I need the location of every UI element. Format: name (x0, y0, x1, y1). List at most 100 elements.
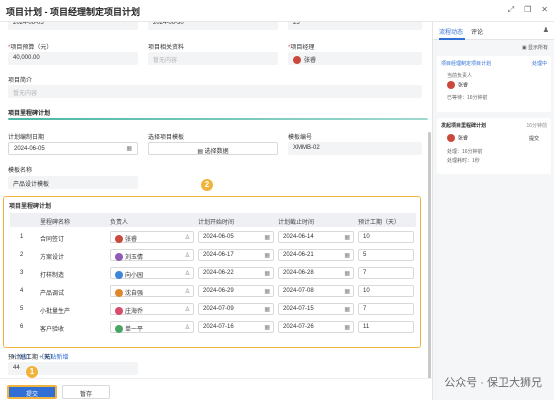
user-select-icon: ♙ (184, 307, 190, 313)
calendar-icon: ▦ (264, 235, 270, 241)
row-index: 3 (20, 270, 24, 276)
calendar-icon: ▦ (344, 253, 350, 259)
watermark: 公众号 · 保卫大狮兄 (444, 377, 542, 389)
card-time: 16分钟前 (526, 123, 547, 129)
end-date-cell[interactable]: 2024-06-14 ▦ (278, 231, 354, 243)
calendar-icon: ▦ (264, 289, 270, 295)
owner-field[interactable]: 向小园 ♙ (110, 267, 194, 280)
start-date-cell[interactable]: 2024-07-09 ▦ (198, 303, 274, 315)
duration-cell[interactable]: 10 (358, 285, 414, 297)
user-icon[interactable]: ♟ (543, 26, 549, 34)
duration-cell[interactable]: 10 (358, 231, 414, 243)
title-bar: 项目计划 - 项目经理制定项目计划 ⤢ ❐ ✕ (0, 0, 554, 22)
end-date-cell[interactable]: 2024-07-15 ▦ (278, 303, 354, 315)
duration-cell[interactable]: 7 (358, 267, 414, 279)
save-draft-button[interactable]: 暂存 (62, 385, 110, 399)
milestone-name: 产品调试 (40, 291, 65, 297)
start-date-cell[interactable]: 2024-06-22 ▦ (198, 267, 274, 279)
side-panel: 流程动态 评论 ♟ ▣ 显示所有 项目经理制定项目计划 处理中 当前负责人 张睿… (432, 22, 554, 400)
owner-name: 刘玉倩 (125, 255, 144, 261)
user-select-icon: ♙ (184, 253, 190, 259)
start-date-cell[interactable]: 2024-06-17 ▦ (198, 249, 274, 261)
budget-field[interactable]: 40,000.00 (8, 52, 138, 65)
tab-underline (439, 38, 465, 40)
expand-icon[interactable]: ⤢ (508, 5, 514, 15)
table-title: 项目里程碑计划 (9, 204, 52, 210)
owner-name: 单一平 (125, 327, 144, 333)
plan-date-label: 计划编制日期 (8, 135, 45, 141)
start-date: 2024-07-09 (203, 306, 234, 312)
duration-cell[interactable]: 7 (358, 303, 414, 315)
avatar (115, 325, 123, 334)
row-index: 5 (20, 306, 24, 312)
intro-label: 项目简介 (8, 78, 33, 84)
window-title: 项目计划 - 项目经理制定项目计划 (6, 7, 140, 17)
start-date-cell[interactable]: 2024-06-29 ▦ (198, 285, 274, 297)
start-date-field[interactable]: 2024-06-05 (8, 22, 138, 30)
manager-field[interactable]: 张睿 (288, 52, 422, 65)
col-header-owner: 负责人 (110, 220, 129, 226)
avatar (115, 235, 123, 244)
calendar-icon: ▦ (344, 271, 350, 277)
duration-cell[interactable]: 5 (358, 249, 414, 261)
card-line: 处理：16分钟前 (447, 149, 483, 155)
restore-icon[interactable]: ❐ (524, 5, 531, 15)
plan-date-field[interactable]: 2024-06-05 ▦ (8, 142, 138, 155)
person-name: 张睿 (458, 82, 469, 89)
avatar (115, 307, 123, 316)
scrollbar[interactable] (428, 132, 431, 392)
card-person: 张睿 (447, 134, 468, 142)
owner-field[interactable]: 张睿 ♙ (110, 231, 194, 244)
end-date-cell[interactable]: 2024-06-21 ▦ (278, 249, 354, 261)
show-all-toggle[interactable]: ▣ 显示所有 (522, 44, 548, 51)
owner-field[interactable]: 单一平 ♙ (110, 321, 194, 334)
owner-name: 庄海乔 (125, 309, 144, 315)
owner-name: 张睿 (125, 237, 138, 243)
submit-button[interactable]: 提交 (7, 385, 57, 399)
start-date-cell[interactable]: 2024-06-05 ▦ (198, 231, 274, 243)
select-data-button[interactable]: ▤ 选择数据 (148, 142, 278, 155)
duration-cell[interactable]: 11 (358, 321, 414, 333)
total-label: 预计总工期（天） (8, 355, 57, 361)
materials-field[interactable]: 暂无内容 (148, 52, 278, 65)
template-code-field[interactable]: XMMB-02 (288, 142, 422, 155)
template-name-label: 模板名称 (8, 168, 33, 174)
end-date-cell[interactable]: 2024-07-08 ▦ (278, 285, 354, 297)
owner-field[interactable]: 庄海乔 ♙ (110, 303, 194, 316)
template-code-label: 模板编号 (288, 135, 313, 141)
tab-flow[interactable]: 流程动态 (439, 27, 463, 36)
owner-field[interactable]: 沈自强 ♙ (110, 285, 194, 298)
avatar (447, 81, 455, 89)
end-date-field[interactable]: 2024-06-30 (148, 22, 278, 30)
step-badge-1: 1 (26, 366, 38, 378)
template-label: 选择项目模板 (148, 135, 185, 141)
tab-comment[interactable]: 评论 (471, 27, 483, 36)
start-date: 2024-06-05 (203, 234, 234, 240)
col-header-name: 里程碑名称 (40, 220, 71, 226)
table-row: 4 产品调试 沈自强 ♙ 2024-06-29 ▦ 2024-07-08 ▦ 10 (10, 283, 416, 300)
end-date-cell[interactable]: 2024-06-28 ▦ (278, 267, 354, 279)
form-footer: 提交 暂存 (0, 378, 432, 400)
end-date: 2024-06-28 (283, 270, 314, 276)
duration-field[interactable]: 25 (288, 22, 422, 30)
end-date-cell[interactable]: 2024-07-26 ▦ (278, 321, 354, 333)
duration-value: 11 (363, 324, 370, 330)
show-all-label: 显示所有 (527, 45, 548, 51)
end-date: 2024-07-15 (283, 306, 314, 312)
avatar (293, 56, 301, 65)
template-name-field[interactable]: 产品设计模板 (8, 176, 138, 189)
table-row: 5 小批量生产 庄海乔 ♙ 2024-07-09 ▦ 2024-07-15 ▦ 7 (10, 301, 416, 318)
budget-label: 项目预算（元） (8, 42, 52, 51)
section-divider (8, 118, 428, 120)
calendar-icon: ▦ (344, 235, 350, 241)
intro-field[interactable]: 暂无内容 (8, 85, 422, 98)
card-action: 提交 (529, 136, 540, 142)
close-icon[interactable]: ✕ (541, 5, 548, 15)
start-date-cell[interactable]: 2024-07-16 ▦ (198, 321, 274, 333)
materials-label: 项目相关资料 (148, 45, 185, 51)
table-header: 里程碑名称 负责人 计划开始时间 计划截止时间 预计工期（天） (10, 213, 416, 227)
start-date: 2024-06-29 (203, 288, 234, 294)
table-row: 2 方案设计 刘玉倩 ♙ 2024-06-17 ▦ 2024-06-21 ▦ 5 (10, 247, 416, 264)
owner-field[interactable]: 刘玉倩 ♙ (110, 249, 194, 262)
duration-value: 7 (363, 306, 367, 312)
